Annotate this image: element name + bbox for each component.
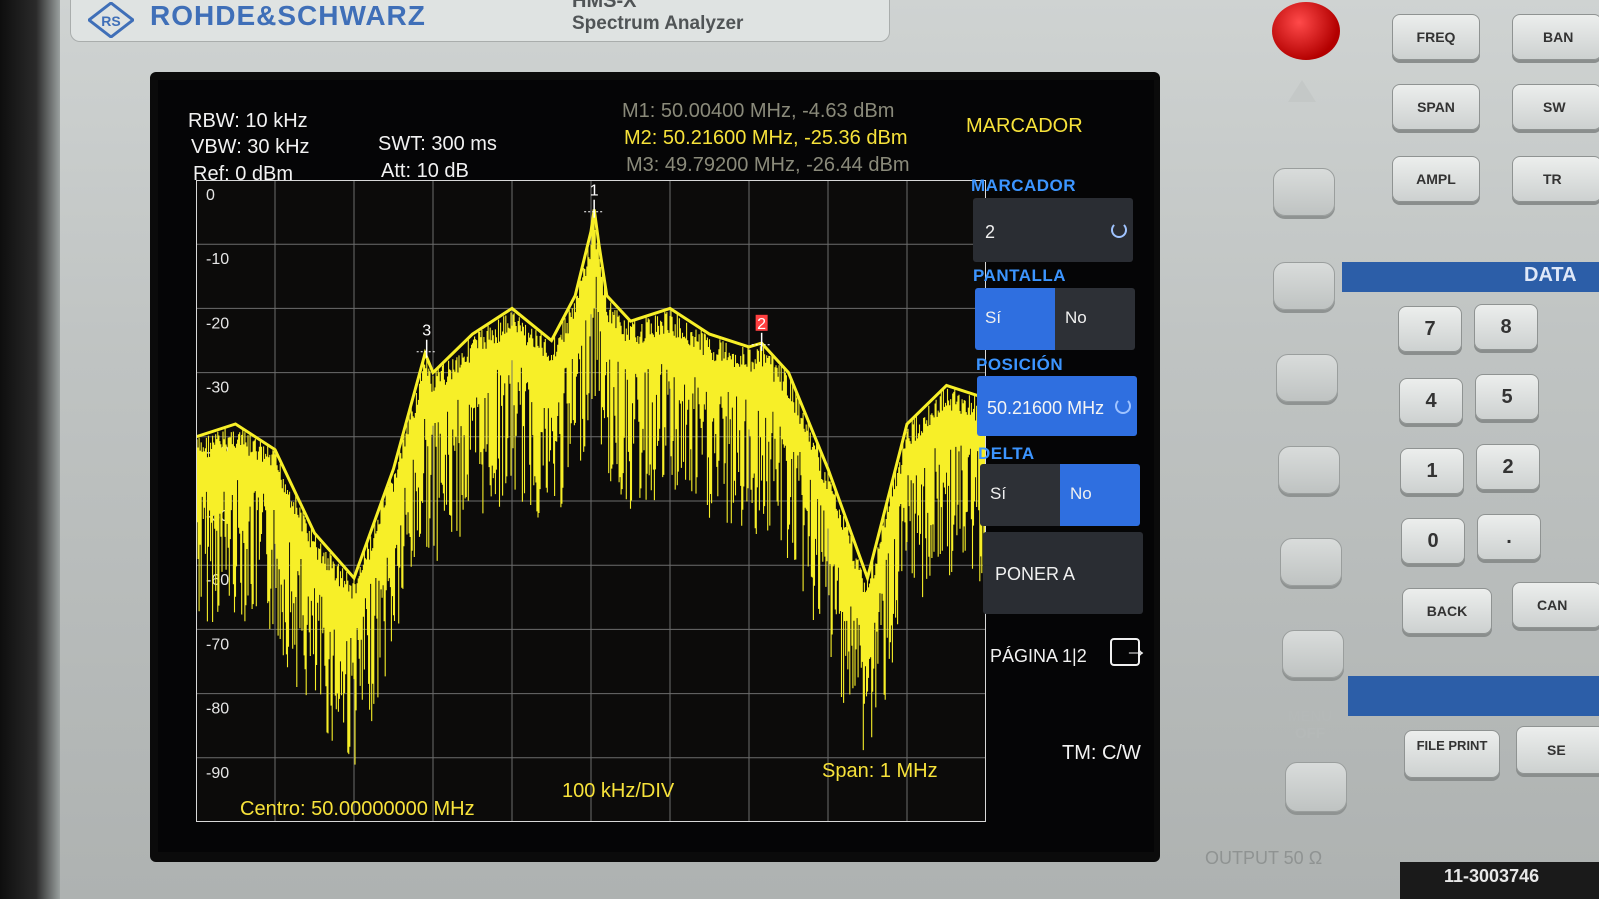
delta-no-option[interactable]: No bbox=[1060, 464, 1140, 526]
y-tick-label: -10 bbox=[206, 251, 229, 268]
pantalla-label: PANTALLA bbox=[973, 266, 1067, 285]
delta-toggle[interactable]: Sí No bbox=[980, 464, 1140, 526]
softkey-6[interactable] bbox=[1282, 630, 1344, 678]
marker-3-readout: M3: 49.79200 MHz, -26.44 dBm bbox=[626, 154, 910, 176]
pantalla-toggle[interactable]: Sí No bbox=[975, 288, 1135, 350]
rohde-schwarz-logo: RS bbox=[88, 2, 134, 38]
trace-mode: TM: C/W bbox=[1062, 742, 1141, 764]
svg-text:2: 2 bbox=[757, 316, 766, 333]
sw-key[interactable]: SW bbox=[1512, 84, 1599, 130]
data-section-header: DATA bbox=[1342, 262, 1599, 292]
file-print-key[interactable]: FILE PRINT bbox=[1404, 730, 1500, 778]
back-key[interactable]: BACK bbox=[1402, 588, 1492, 634]
poner-a-label: PONER A bbox=[995, 564, 1076, 584]
ref-number: 11-3003746 bbox=[1400, 862, 1599, 899]
analyzer-screen: RBW: 10 kHz VBW: 30 kHz Ref: 0 dBm SWT: … bbox=[158, 80, 1154, 852]
marker-select[interactable]: 2 bbox=[973, 198, 1133, 262]
posicion-value: 50.21600 MHz bbox=[987, 398, 1105, 418]
pantalla-si-option[interactable]: Sí bbox=[975, 288, 1055, 350]
cancel-key[interactable]: CAN bbox=[1512, 582, 1599, 628]
model-name: HMS-X bbox=[572, 0, 637, 12]
span-readout: Span: 1 MHz bbox=[822, 760, 938, 782]
key-decimal[interactable]: . bbox=[1477, 514, 1541, 560]
warning-icon bbox=[1288, 80, 1316, 102]
key-1[interactable]: 1 bbox=[1400, 448, 1464, 494]
y-tick-label: -90 bbox=[206, 765, 229, 782]
y-tick-label: -20 bbox=[206, 315, 229, 332]
y-tick-label: -30 bbox=[206, 380, 229, 397]
key-7[interactable]: 7 bbox=[1398, 306, 1462, 352]
menu-title: MARCADOR bbox=[966, 115, 1083, 137]
softkey-4[interactable] bbox=[1278, 446, 1340, 494]
posicion-label: POSICIÓN bbox=[976, 355, 1064, 374]
span-key[interactable]: SPAN bbox=[1392, 84, 1480, 130]
menu-off-button[interactable] bbox=[1285, 762, 1347, 812]
svg-text:1: 1 bbox=[590, 183, 599, 200]
rotary-icon bbox=[1115, 398, 1131, 414]
key-0[interactable]: 0 bbox=[1401, 518, 1465, 564]
key-5[interactable]: 5 bbox=[1475, 374, 1539, 420]
panel-divider bbox=[1348, 676, 1599, 716]
setup-key[interactable]: SE bbox=[1516, 726, 1599, 774]
tr-key[interactable]: TR bbox=[1512, 156, 1599, 202]
div-scale: 100 kHz/DIV bbox=[562, 780, 675, 802]
key-8[interactable]: 8 bbox=[1474, 304, 1538, 350]
arrow-right-icon: → bbox=[1124, 636, 1148, 663]
svg-text:RS: RS bbox=[101, 13, 120, 29]
model-subtitle: Spectrum Analyzer bbox=[572, 13, 744, 34]
pantalla-no-option[interactable]: No bbox=[1055, 288, 1135, 350]
softkey-1[interactable] bbox=[1273, 168, 1335, 216]
y-tick-label: 0 bbox=[206, 187, 215, 204]
output-label: OUTPUT 50 Ω bbox=[1205, 848, 1323, 868]
key-2[interactable]: 2 bbox=[1476, 444, 1540, 490]
freq-key[interactable]: FREQ bbox=[1392, 14, 1480, 60]
menu-off-label: MENU OFF bbox=[1287, 708, 1333, 742]
softkey-2[interactable] bbox=[1273, 262, 1335, 310]
power-button[interactable] bbox=[1272, 2, 1340, 60]
delta-si-option[interactable]: Sí bbox=[980, 464, 1060, 526]
delta-label: DELTA bbox=[978, 444, 1035, 463]
ampl-key[interactable]: AMPL bbox=[1392, 156, 1480, 202]
svg-text:3: 3 bbox=[422, 323, 431, 340]
poner-a-button[interactable]: PONER A bbox=[983, 532, 1143, 614]
y-tick-label: -70 bbox=[206, 636, 229, 653]
marker-2-readout: M2: 50.21600 MHz, -25.36 dBm bbox=[624, 127, 908, 149]
instrument-side bbox=[0, 0, 60, 899]
vbw-readout: VBW: 30 kHz bbox=[191, 136, 310, 158]
rbw-readout: RBW: 10 kHz bbox=[188, 110, 308, 132]
spectrum-plot: 0-10-20-30-40-50-60-70-80-90-100 123 bbox=[196, 180, 986, 822]
marker-1-readout: M1: 50.00400 MHz, -4.63 dBm bbox=[622, 100, 895, 122]
y-tick-label: -80 bbox=[206, 701, 229, 718]
softkey-5[interactable] bbox=[1280, 538, 1342, 586]
page-indicator: PÁGINA 1|2 bbox=[990, 646, 1087, 666]
brand-name: ROHDE&SCHWARZ bbox=[150, 0, 426, 31]
rotary-icon bbox=[1111, 222, 1127, 238]
softkey-3[interactable] bbox=[1276, 354, 1338, 402]
center-frequency: Centro: 50.00000000 MHz bbox=[240, 798, 475, 820]
marker-select-value: 2 bbox=[985, 222, 996, 242]
sweep-time-readout: SWT: 300 ms bbox=[378, 133, 497, 155]
posicion-field[interactable]: 50.21600 MHz bbox=[977, 376, 1137, 436]
marker-menu-label: MARCADOR bbox=[971, 176, 1077, 195]
ban-key[interactable]: BAN bbox=[1512, 14, 1599, 60]
key-4[interactable]: 4 bbox=[1399, 378, 1463, 424]
